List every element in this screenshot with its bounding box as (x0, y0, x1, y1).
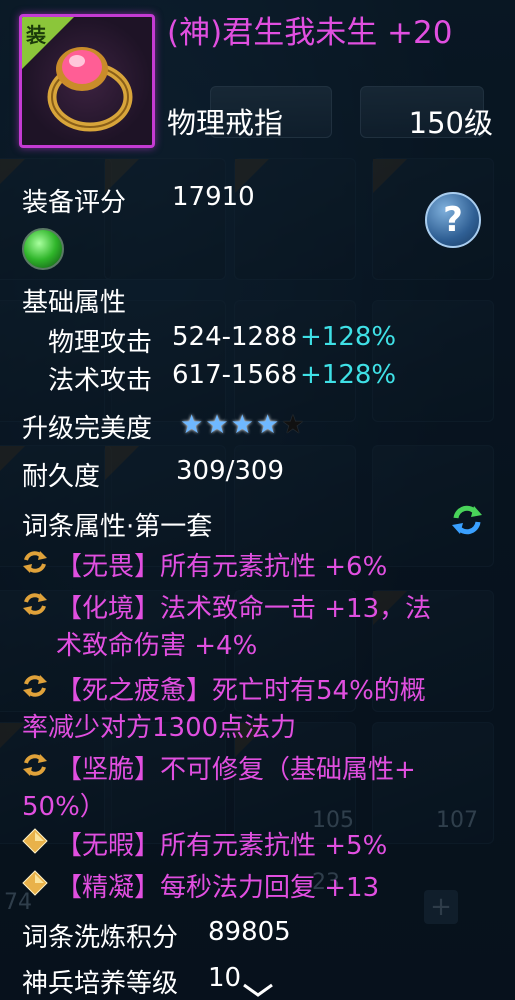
star-empty-icon: ★ (281, 410, 307, 440)
help-button[interactable]: ? (425, 192, 481, 248)
refine-points-value: 89805 (208, 917, 291, 947)
diamond-icon (22, 870, 48, 896)
swap-arrows-icon (23, 675, 47, 697)
swap-arrows-icon (23, 593, 47, 615)
attr-bonus: +128% (300, 360, 397, 390)
item-icon-frame: 装 (19, 14, 155, 148)
score-label: 装备评分 (22, 188, 127, 218)
attr-value: 524-1288 (172, 322, 298, 352)
attr-value: 617-1568 (172, 360, 298, 390)
refine-points-label: 词条洗炼积分 (22, 923, 179, 953)
affix-line: 率减少对方1300点法力 (22, 713, 297, 743)
perfection-label: 升级完美度 (22, 414, 153, 444)
score-value: 17910 (172, 182, 255, 212)
affix-line: 【死之疲惫】死亡时有54%的概 (56, 676, 426, 706)
perfection-stars: ★★★★★ (180, 410, 307, 440)
attr-bonus: +128% (300, 322, 397, 352)
star-filled-icon: ★ (205, 410, 231, 440)
gem-socket-icon (22, 228, 64, 270)
ring-icon (47, 47, 133, 132)
star-filled-icon: ★ (230, 410, 256, 440)
cultivation-label: 神兵培养等级 (22, 969, 179, 999)
attr-label: 法术攻击 (48, 366, 153, 396)
durability-value: 309/309 (176, 456, 285, 486)
star-filled-icon: ★ (255, 410, 282, 440)
item-type: 物理戒指 (167, 106, 284, 140)
chevron-down-icon[interactable] (241, 982, 275, 998)
item-level: 150级 (408, 106, 493, 140)
affix-line: 【无暇】所有元素抗性 +5% (56, 831, 388, 861)
swap-arrows-icon (23, 551, 47, 573)
refresh-icon[interactable] (450, 503, 484, 537)
affix-line: 术致命伤害 +4% (56, 631, 258, 661)
affix-line: 【精凝】每秒法力回复 +13 (56, 873, 380, 903)
affix-line: 【化境】法术致命一击 +13，法 (56, 594, 432, 624)
affix-line: 【坚脆】不可修复（基础属性+ (56, 755, 416, 785)
affix-line: 【无畏】所有元素抗性 +6% (56, 552, 388, 582)
item-tooltip: 装 (神)君生我未生 +20 物理戒指 150级 装备评分 17910 ? 基础… (0, 0, 515, 1000)
item-name: (神)君生我未生 +20 (167, 15, 453, 51)
base-attrs-heading: 基础属性 (22, 288, 127, 318)
durability-label: 耐久度 (22, 462, 101, 492)
diamond-icon (22, 828, 48, 854)
star-filled-icon: ★ (180, 410, 206, 440)
affix-heading: 词条属性·第一套 (22, 512, 213, 542)
affix-line: 50%） (22, 792, 106, 822)
cultivation-value: 10 (208, 963, 242, 993)
swap-arrows-icon (23, 754, 47, 776)
attr-label: 物理攻击 (48, 328, 153, 358)
